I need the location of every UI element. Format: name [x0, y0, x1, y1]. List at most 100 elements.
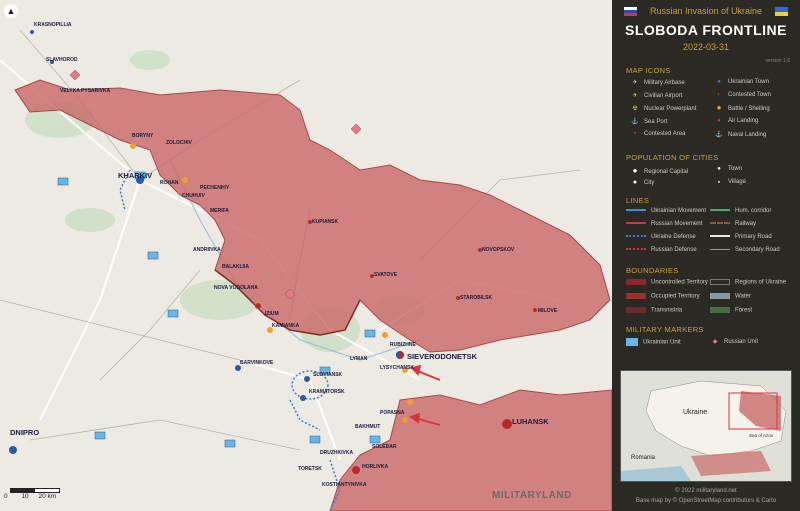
legend-military-airbase: ✈ Military Airbase	[630, 79, 684, 86]
small-dot-icon: ●	[717, 179, 721, 184]
legend-contested-town: ◐ Contested Town	[714, 92, 771, 98]
city-dnipro: DNIPRO	[10, 428, 40, 437]
legend-russian-defense: Russian Defense	[626, 247, 697, 253]
legend-ukrainian-movement: Ukrainian Movement	[626, 208, 706, 214]
map-svg	[0, 0, 612, 511]
legend-ukrainian-town: ● Ukrainian Town	[714, 79, 769, 85]
legend-ukrainian-unit: Ukrainian Unit	[626, 338, 681, 346]
city-luhansk: LUHANSK	[512, 417, 549, 426]
city-barvinkove: BARVINKOVE	[240, 360, 274, 366]
section-map-icons: MAP ICONS	[626, 66, 671, 75]
legend-russian-unit: ◆ Russian Unit	[710, 338, 758, 345]
town-kupiansk: KUPIANSK	[312, 219, 339, 225]
legend-naval-landing: ⚓ Naval Landing	[715, 132, 767, 138]
legend-forest: Forest	[710, 307, 752, 314]
top-title: Russian Invasion of Ukraine	[649, 6, 763, 16]
town-pechenihy: PECHENIHY	[200, 185, 230, 191]
town-popasna: POPASNA	[380, 410, 405, 416]
legend-regions-of-ukraine: Regions of Ukraine	[710, 279, 786, 286]
legend-battle-shelling: ✹ Battle / Shelling	[714, 105, 769, 112]
nuclear-icon: ☢	[632, 106, 638, 112]
town-rubizhne: RUBIZHNE	[390, 342, 416, 348]
map-watermark: MILITARYLAND	[492, 490, 572, 501]
medium-dot-icon: ●	[717, 166, 721, 172]
airplane-icon: ✈	[632, 80, 638, 86]
town-kostiantynivka: KOSTIANTYNIVKA	[322, 482, 367, 488]
town-velyka-pysarivka: VELYKA PYSARIVKA	[60, 88, 111, 94]
town-bakhmut: BAKHMUT	[355, 424, 381, 430]
large-dot-icon: ●	[632, 166, 638, 175]
anchor-icon: ⚓	[631, 119, 639, 125]
legend-village: ● Village	[714, 179, 746, 185]
scale-bar: 0 10 20 km	[4, 488, 60, 500]
airport-icon: ✈	[632, 93, 638, 99]
legend-russian-movement: Russian Movement	[626, 221, 702, 227]
main-title: SLOBODA FRONTLINE	[625, 22, 787, 38]
scale-label-20: 20 km	[38, 493, 57, 500]
legend-contested-area: • Contested Area	[630, 131, 685, 137]
city-dot-icon: ●	[632, 179, 638, 186]
section-military-markers: MILITARY MARKERS	[626, 325, 704, 334]
town-nova-vodolaha: NOVA VODOLAHA	[214, 285, 258, 291]
city-sloviansk: SLOVIANSK	[313, 372, 343, 378]
parachute-icon: ♦	[717, 118, 721, 124]
inset-svg	[621, 371, 791, 481]
inset-label-ukraine: Ukraine	[683, 409, 708, 416]
town-rohan: ROHAN	[160, 180, 179, 186]
legend-water: Water	[710, 293, 751, 300]
legend-civilian-airport: ✈ Civilian Airport	[630, 92, 682, 99]
diamond-icon: ◆	[712, 339, 718, 345]
legend-air-landing: ♦ Air Landing	[714, 118, 758, 124]
overview-inset-map[interactable]: Ukraine Romania Sea of Azov	[620, 370, 792, 482]
version-label: version 1.6	[765, 58, 790, 64]
contested-dot-icon: •	[633, 131, 637, 137]
legend-ukraine-defense: Ukraine Defense	[626, 234, 696, 240]
town-merifa: MERIFA	[210, 208, 229, 214]
map-date: 2022-03-31	[682, 42, 730, 52]
scale-label-0: 0	[4, 493, 8, 500]
town-balakliia: BALAKLIIA	[222, 264, 249, 270]
section-population: POPULATION OF CITIES	[626, 153, 719, 162]
legend-regional-capital: ● Regional Capital	[630, 166, 688, 175]
legend-occupied-territory: Occupied Territory	[626, 293, 700, 300]
city-kharkiv: KHARKIV	[118, 171, 153, 180]
legend-nuclear-powerplant: ☢ Nuclear Powerplant	[630, 105, 696, 112]
inset-label-sea-of-azov: Sea of Azov	[749, 433, 774, 438]
section-lines: LINES	[626, 196, 650, 205]
contested-towns	[396, 351, 404, 359]
half-dot-icon: ◐	[717, 92, 721, 98]
compass-icon: ▲	[4, 4, 18, 18]
town-druzhkivka: DRUZHKIVKA	[320, 450, 354, 456]
town-lysychansk: LYSYCHANSK	[380, 365, 414, 371]
town-soledar: SOLEDAR	[372, 444, 397, 450]
legend-secondary-road: Secondary Road	[710, 247, 780, 253]
city-izium: IZIUM	[265, 311, 279, 317]
legend-sea-port: ⚓ Sea Port	[631, 119, 668, 125]
town-lyman: LYMAN	[350, 356, 368, 362]
town-toretsk: TORETSK	[298, 466, 322, 472]
town-kamianka: KAMIANKA	[272, 323, 300, 329]
city-horlivka: HORLIVKA	[362, 464, 389, 470]
town-andriivka: ANDRIIVKA	[193, 247, 221, 253]
town-chuhuiv: CHUHUIV	[182, 193, 205, 199]
town-boryny: BORYNY	[132, 133, 154, 139]
town-novopskov: NOVOPSKOV	[482, 247, 515, 253]
town-zolochiv: ZOLOCHIV	[166, 140, 192, 146]
legend-town: ● Town	[714, 166, 742, 172]
legend-primary-road: Primary Road	[710, 234, 772, 240]
town-slavhorod: SLAVHOROD	[46, 57, 78, 63]
section-boundaries: BOUNDARIES	[626, 266, 679, 275]
legend-panel: Russian Invasion of Ukraine SLOBODA FRON…	[612, 0, 800, 511]
map-canvas[interactable]: KHARKIV SIEVERODONETSK LUHANSK DNIPRO BA…	[0, 0, 612, 511]
legend-railway: Railway	[710, 221, 756, 227]
scale-label-10: 10	[21, 493, 29, 500]
fire-icon: ✹	[716, 106, 722, 112]
town-milove: MILOVE	[538, 308, 558, 314]
inset-label-romania: Romania	[631, 455, 656, 461]
blue-dot-icon: ●	[717, 79, 721, 85]
legend-hum-corridor: Hum. corridor	[710, 208, 771, 214]
town-svatove: SVATOVE	[374, 272, 398, 278]
footer-copyright: © 2022 militaryland.net	[675, 488, 737, 494]
legend-transnistria: Transnistria	[626, 307, 682, 314]
ukraine-flag-icon	[775, 7, 788, 16]
